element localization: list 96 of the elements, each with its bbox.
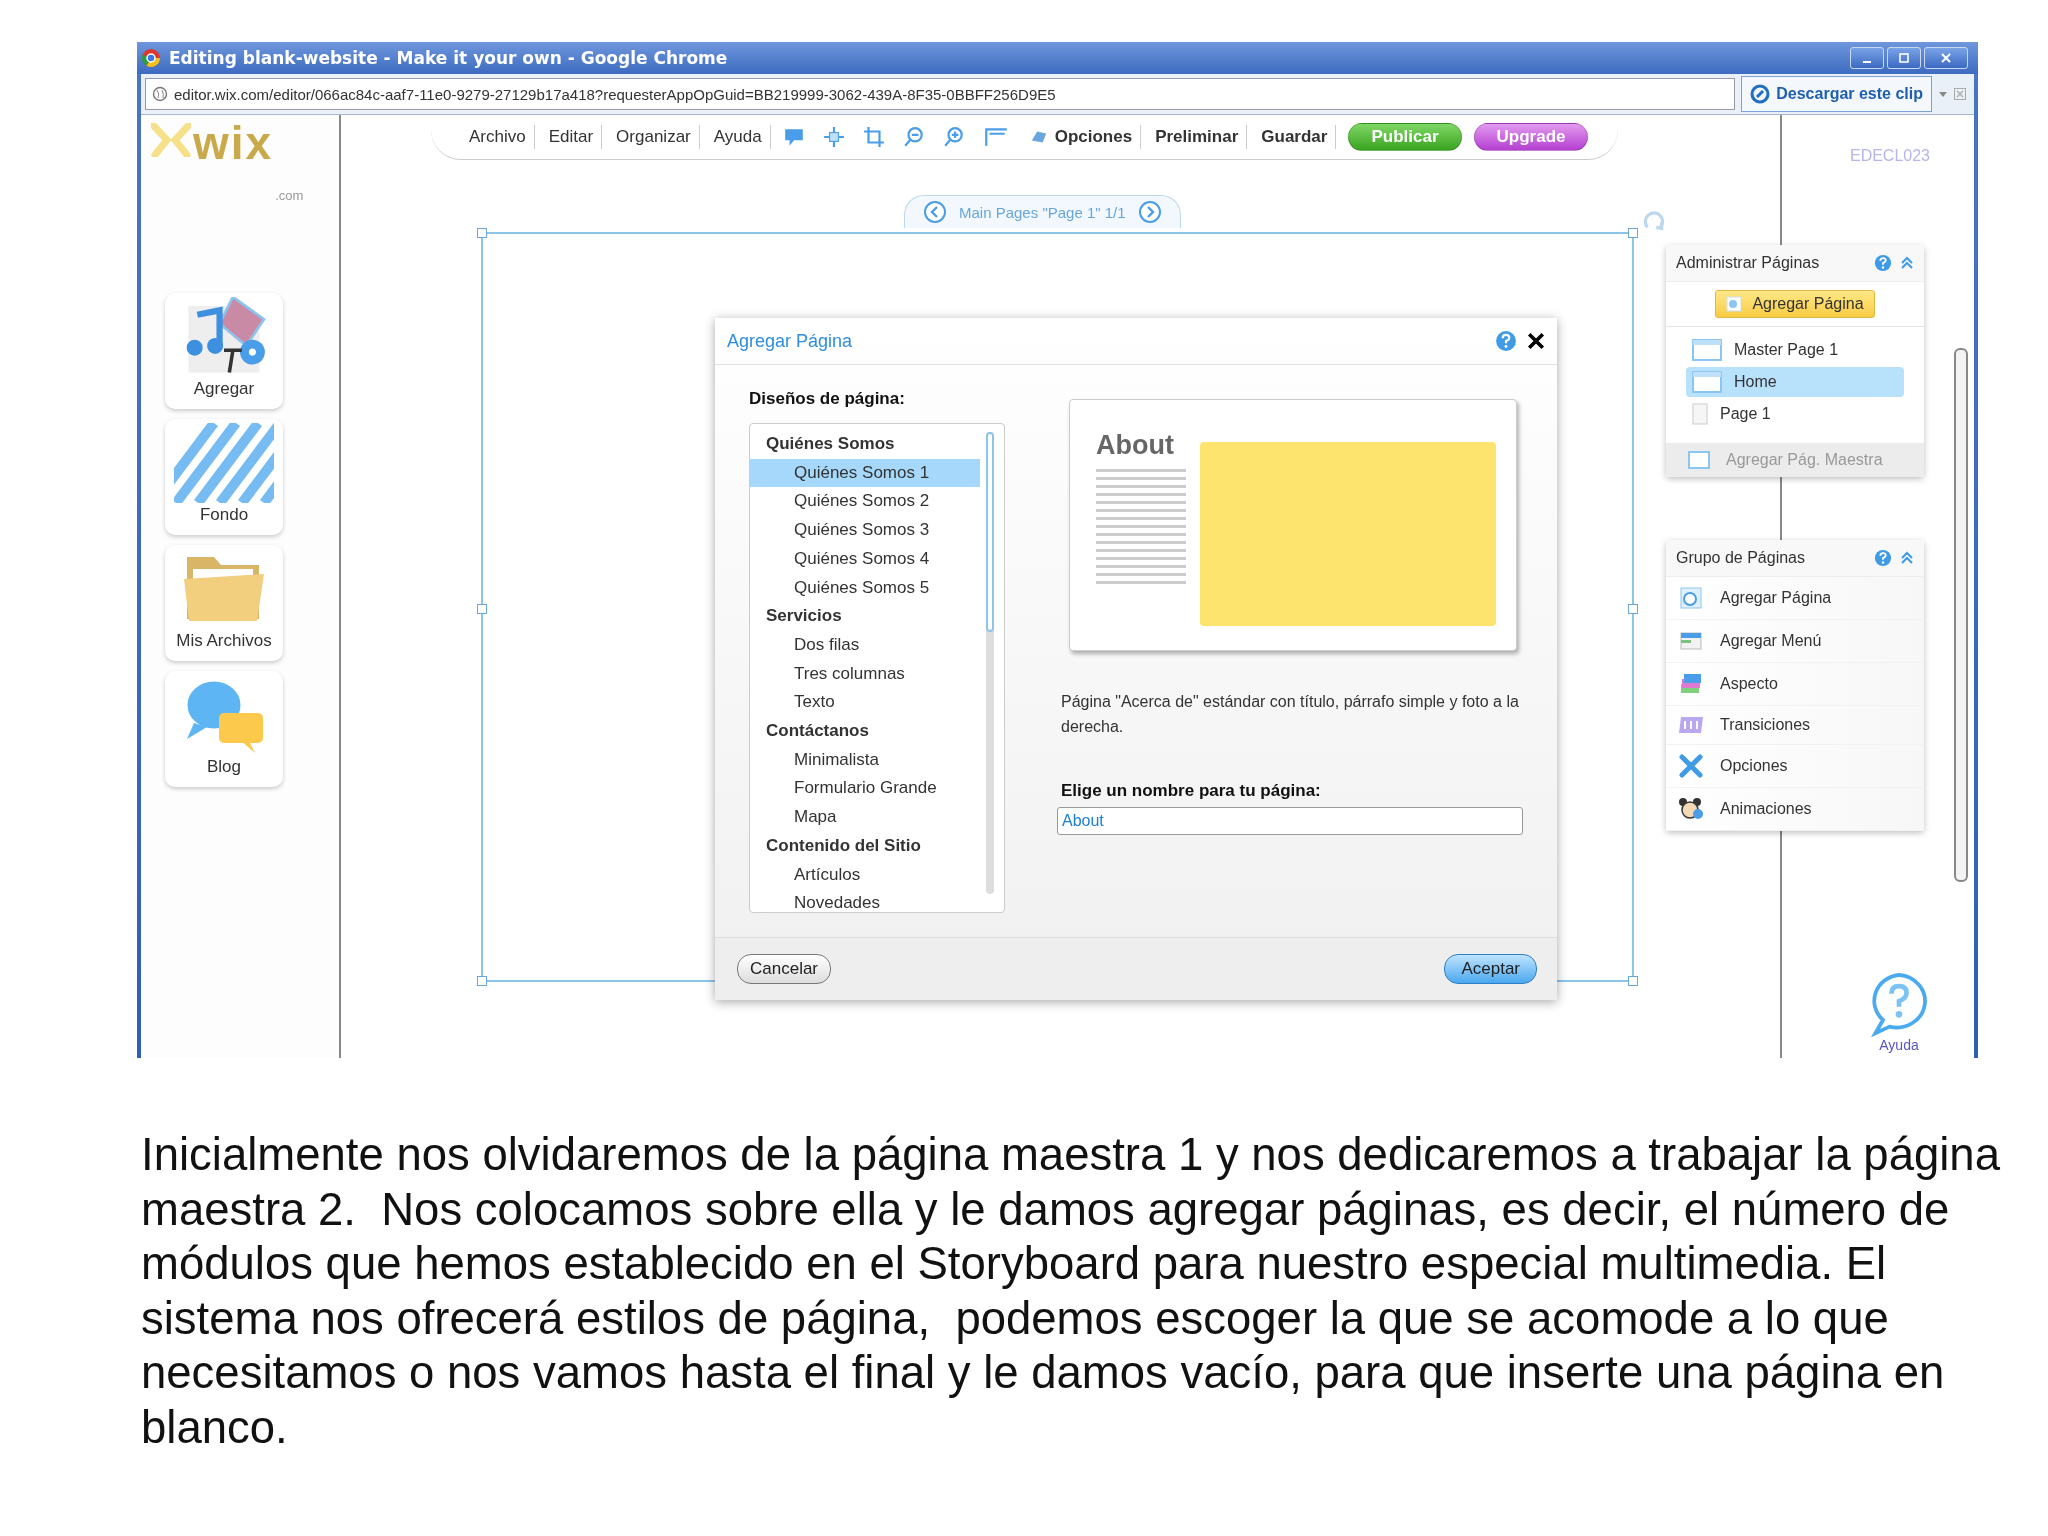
list-section-heading: Quiénes Somos (765, 433, 896, 455)
panel-menu-item[interactable]: Transiciones (1666, 706, 1924, 745)
add-page-icon (1679, 586, 1703, 610)
dialog-title: Agregar Página (727, 330, 854, 352)
clip-icon (1750, 84, 1771, 104)
user-label: EDECL023 (1849, 147, 1930, 165)
master-page-icon (1692, 339, 1722, 361)
list-item[interactable]: Quiénes Somos 3 (750, 516, 980, 545)
list-item[interactable]: Texto (750, 688, 980, 718)
accept-button[interactable]: Aceptar (1444, 954, 1537, 984)
sidebar-button[interactable]: Agregar (165, 293, 283, 409)
save-button[interactable]: Guardar (1253, 125, 1337, 149)
list-section-heading: Servicios (765, 605, 843, 628)
menu-item[interactable]: Ayuda (705, 125, 771, 149)
add-page-button[interactable]: Agregar Página (1715, 290, 1875, 318)
close-icon[interactable] (1527, 332, 1545, 350)
browser-logo-icon (141, 48, 161, 68)
scrollbar[interactable] (986, 432, 994, 894)
maximize-icon (1898, 52, 1910, 64)
panel-menu-item[interactable]: Agregar Página (1666, 577, 1924, 620)
page-name-field[interactable]: About (1057, 807, 1523, 835)
scrollbar[interactable] (1954, 348, 1968, 882)
address-field[interactable]: editor.wix.com/editor/066ac84c-aaf7-11e0-9279-27129b17a418?requesterAppOpGuid=BB219999-3062-439A-8F35-0BBFF256D9E5 (145, 78, 1736, 110)
menu-item[interactable]: Archivo (461, 125, 535, 149)
sidebar-button[interactable]: Mis Archivos (165, 545, 283, 661)
preview-button[interactable]: Preliminar (1147, 125, 1248, 149)
minimize-icon (1863, 61, 1871, 63)
collapse-icon[interactable] (1900, 256, 1914, 270)
page-item[interactable]: Page 1 (1686, 399, 1904, 429)
list-item[interactable]: Quiénes Somos 5 (750, 573, 980, 603)
layouts-label: Diseños de página: (749, 389, 906, 409)
preview-title: About (1096, 430, 1175, 461)
master-page-icon (1692, 371, 1722, 393)
page-item[interactable]: Master Page 1 (1686, 335, 1904, 365)
logo: wix .com (151, 115, 321, 283)
page-nav-label: Main Pages "Page 1" 1/1 (959, 203, 1126, 221)
sidebar-button[interactable]: Fondo (165, 419, 283, 535)
minimize-button[interactable] (1850, 47, 1884, 69)
list-section-heading: Contáctanos (765, 720, 870, 743)
panel-title: Grupo de Páginas (1676, 549, 1805, 567)
collapse-icon[interactable] (1900, 551, 1914, 565)
url-text: editor.wix.com/editor/066ac84c-aaf7-11e0-9279-27129b17a418?requesterAppOpGuid=BB219999-3062-439A-8F35-0BBFF256D9E5 (174, 85, 1056, 103)
page-item[interactable]: Home (1686, 367, 1904, 397)
tools-icon (1679, 754, 1703, 778)
list-item[interactable]: Artículos (750, 860, 980, 890)
caption-paragraph: Inicialmente nos olvidaremos de la página maestra 1 y nos dedicaremos a trabajar la página maestra 2. Nos colocamos sobre ella y le damos agregar páginas, es decir, el número de módulos que hemos establecido en el Storyboard para nuestro especial multimedia. El sistema nos ofrecerá estilos de página, podemos escoger la que se acomode a lo que necesitamos o nos vamos hasta el final y le damos vacío, para que inserte una página en blanco. (141, 1128, 2001, 1455)
panel-menu-item[interactable]: Aspecto (1666, 663, 1924, 706)
next-icon[interactable] (1137, 200, 1162, 224)
comment-icon[interactable] (782, 126, 805, 148)
maximize-button[interactable] (1887, 47, 1921, 69)
help-icon[interactable] (1874, 549, 1892, 567)
window-title: Editing blank-website - Make it your own - Google Chrome (169, 48, 729, 68)
move-icon[interactable] (822, 126, 845, 148)
list-item[interactable]: Mapa (750, 803, 980, 832)
master-page-icon (1688, 451, 1710, 469)
list-item[interactable]: Minimalista (750, 745, 980, 775)
list-item[interactable]: Quiénes Somos 1 (750, 458, 980, 488)
menu-icon (1679, 629, 1703, 653)
help-icon[interactable] (1495, 330, 1517, 352)
menu-item[interactable]: Editar (540, 125, 603, 149)
help-label[interactable]: Ayuda (1879, 1037, 1919, 1054)
zoom-out-icon[interactable] (902, 126, 925, 148)
list-item[interactable]: Formulario Grande (750, 774, 980, 804)
panel-menu-item[interactable]: Opciones (1666, 745, 1924, 788)
zoom-in-icon[interactable] (942, 126, 965, 148)
sidebar-button[interactable]: Blog (165, 671, 283, 787)
x-mark-icon (151, 123, 191, 157)
layout-description: Página "Acerca de" estándar con título, párrafo simple y foto a la derecha. (1061, 692, 1520, 737)
caret-icon[interactable] (1938, 89, 1948, 99)
previous-icon[interactable] (923, 200, 947, 224)
list-item[interactable]: Quiénes Somos 2 (750, 487, 980, 517)
list-item[interactable]: Novedades (750, 889, 980, 912)
list-item[interactable]: Tres columnas (750, 659, 980, 689)
character-icon (1678, 797, 1704, 821)
list-section-heading: Contenido del Sitio (765, 834, 922, 857)
ruler-icon[interactable] (982, 126, 1009, 148)
panel-menu-item[interactable]: Agregar Menú (1666, 620, 1924, 663)
clip-button[interactable]: Descargar este clip (1741, 76, 1932, 112)
list-item[interactable]: Dos filas (750, 630, 980, 660)
page-icon (1692, 403, 1708, 425)
transitions-icon (1677, 715, 1705, 735)
layers-icon (1679, 672, 1703, 696)
cancel-button[interactable]: Cancelar (737, 954, 832, 984)
close-icon (1940, 52, 1952, 64)
list-item[interactable]: Quiénes Somos 4 (750, 544, 980, 574)
name-label: Elige un nombre para tu página: (1061, 781, 1322, 801)
options-button[interactable]: Opciones (1020, 125, 1142, 149)
panel-menu-item[interactable]: Animaciones (1666, 788, 1924, 831)
stripes-icon (174, 423, 274, 503)
panel-title: Administrar Páginas (1676, 254, 1820, 272)
help-icon[interactable] (1874, 254, 1892, 272)
globe-icon (152, 86, 168, 102)
crop-icon[interactable] (862, 126, 885, 148)
add-icon (1726, 296, 1743, 312)
close-button[interactable] (1924, 47, 1968, 69)
menu-item[interactable]: Organizar (608, 125, 700, 149)
